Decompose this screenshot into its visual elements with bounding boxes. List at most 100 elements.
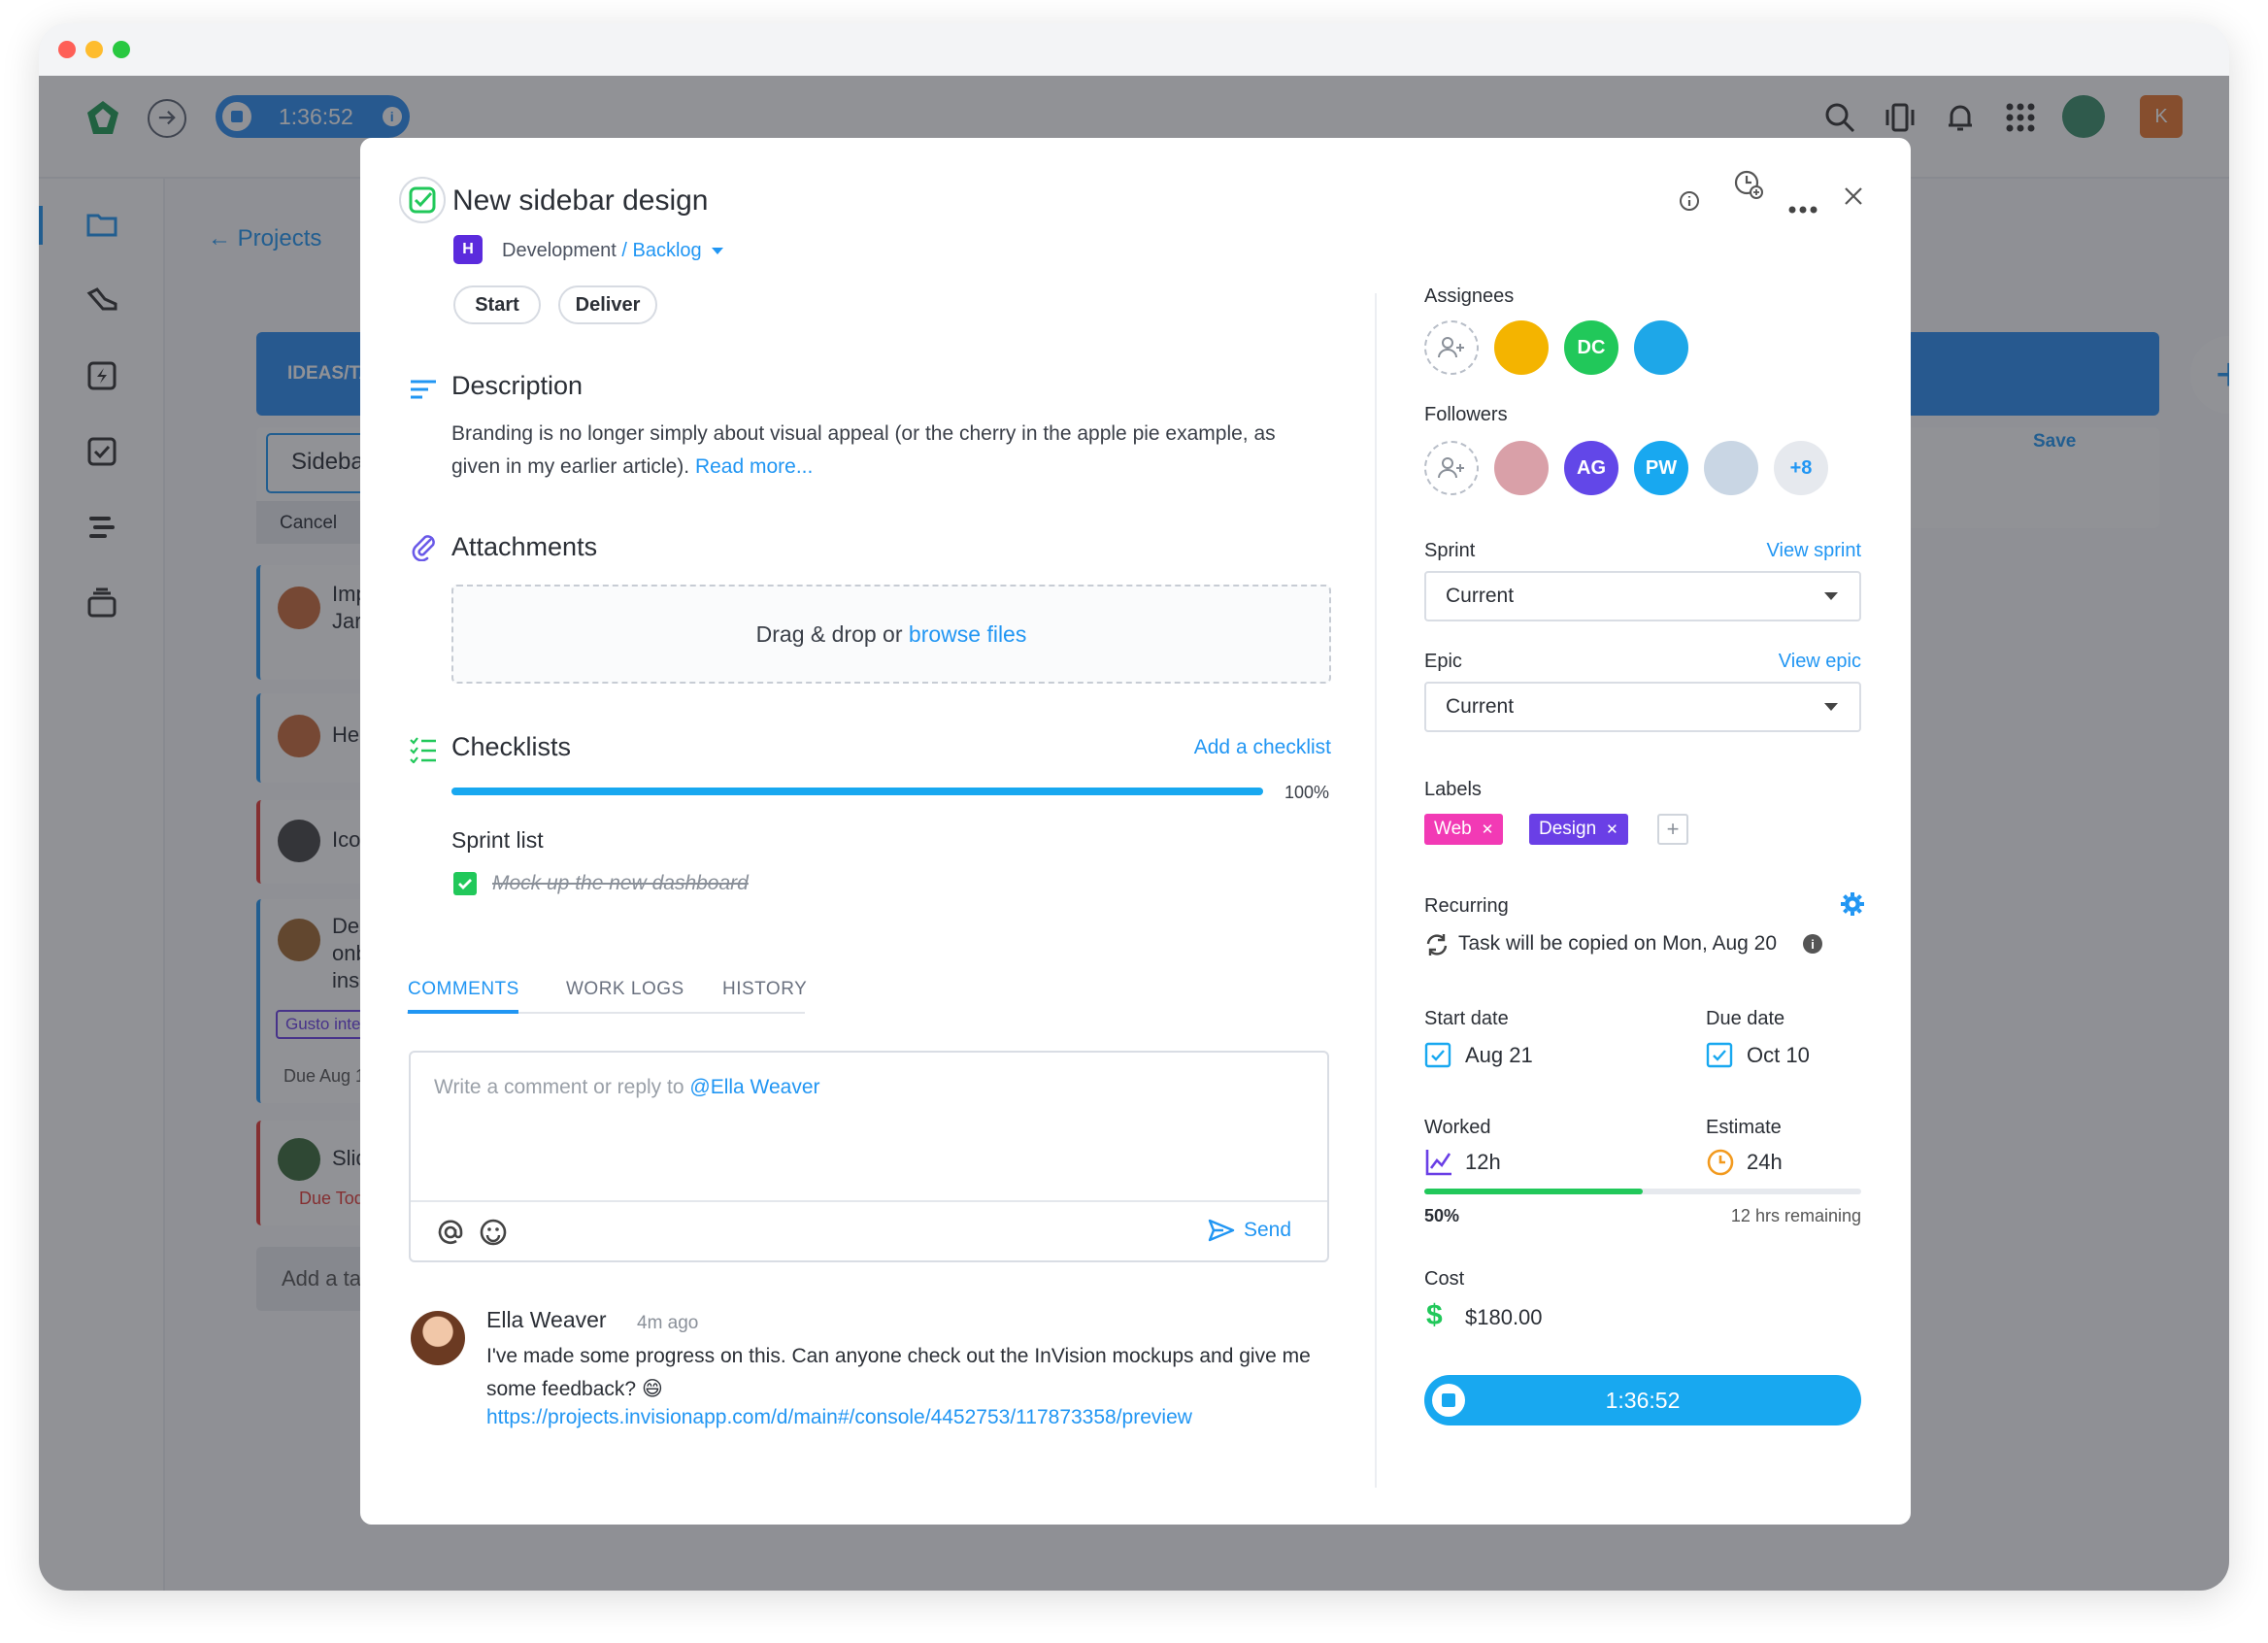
worked-progress-track bbox=[1424, 1189, 1861, 1194]
view-epic-link[interactable]: View epic bbox=[1779, 651, 1861, 673]
assignee-avatar[interactable] bbox=[1494, 320, 1549, 375]
checklist-progress-label: 100% bbox=[1284, 783, 1330, 802]
comment-placeholder: Write a comment or reply to bbox=[434, 1076, 684, 1098]
task-timer-button[interactable]: 1:36:52 bbox=[1424, 1375, 1861, 1425]
dropzone-text: Drag & drop or bbox=[755, 620, 903, 647]
project-name: Development bbox=[502, 240, 617, 261]
worked-value[interactable]: 12h bbox=[1465, 1150, 1501, 1175]
info-icon[interactable] bbox=[1678, 189, 1701, 218]
description-icon bbox=[409, 379, 438, 405]
add-assignee-button[interactable] bbox=[1424, 320, 1479, 375]
comment-author-avatar[interactable] bbox=[411, 1311, 465, 1365]
read-more-link[interactable]: Read more... bbox=[695, 455, 813, 478]
gear-icon[interactable] bbox=[1840, 891, 1865, 922]
comment-input[interactable]: Write a comment or reply to @Ella Weaver bbox=[434, 1076, 820, 1099]
checklist-progress-track bbox=[451, 788, 1263, 795]
label-tag[interactable]: Design ✕ bbox=[1529, 814, 1628, 845]
labels-label: Labels bbox=[1424, 779, 1482, 800]
checklist-icon bbox=[409, 736, 438, 768]
estimate-label: Estimate bbox=[1706, 1117, 1782, 1138]
label-tag[interactable]: Web ✕ bbox=[1424, 814, 1504, 845]
mention-icon[interactable] bbox=[436, 1218, 465, 1252]
task-detail-modal: New sidebar design H Development / Backl… bbox=[360, 138, 1911, 1525]
stop-icon[interactable] bbox=[1432, 1384, 1465, 1417]
add-checklist-link[interactable]: Add a checklist bbox=[1194, 736, 1331, 759]
chart-icon bbox=[1424, 1148, 1453, 1182]
clock-add-icon[interactable] bbox=[1731, 167, 1766, 207]
file-dropzone[interactable]: Drag & drop or browse files bbox=[451, 585, 1331, 684]
assignee-avatar[interactable] bbox=[1634, 320, 1688, 375]
remove-label-icon[interactable]: ✕ bbox=[1606, 821, 1618, 838]
info-icon[interactable]: i bbox=[1803, 934, 1822, 954]
tab-work-logs[interactable]: WORK LOGS bbox=[566, 979, 684, 1000]
tab-comments[interactable]: COMMENTS bbox=[408, 979, 519, 1000]
add-label-button[interactable]: + bbox=[1657, 814, 1688, 845]
mention-text[interactable]: @Ella Weaver bbox=[689, 1076, 819, 1098]
description-text: Branding is no longer simply about visua… bbox=[451, 422, 1276, 478]
view-sprint-link[interactable]: View sprint bbox=[1767, 540, 1861, 562]
due-date-label: Due date bbox=[1706, 1008, 1785, 1029]
sprint-value: Current bbox=[1446, 585, 1515, 607]
follower-avatar[interactable]: AG bbox=[1564, 441, 1618, 495]
checklist-progress-fill bbox=[451, 788, 1263, 795]
comment-time: 4m ago bbox=[637, 1313, 699, 1333]
repeat-icon bbox=[1424, 932, 1450, 962]
project-breadcrumb[interactable]: Development / Backlog bbox=[502, 240, 723, 262]
close-window-dot[interactable] bbox=[58, 41, 76, 58]
checklist-item-checkbox[interactable] bbox=[453, 872, 477, 895]
paperclip-icon bbox=[411, 532, 438, 566]
followers-label: Followers bbox=[1424, 404, 1508, 425]
worked-label: Worked bbox=[1424, 1117, 1491, 1138]
assignee-avatar[interactable]: DC bbox=[1564, 320, 1618, 375]
comment-author[interactable]: Ella Weaver bbox=[486, 1307, 607, 1333]
task-timer-value: 1:36:52 bbox=[1605, 1387, 1681, 1413]
add-follower-button[interactable] bbox=[1424, 441, 1479, 495]
recurring-text: Task will be copied on Mon, Aug 20 bbox=[1458, 932, 1778, 955]
comment-toolbar-divider bbox=[411, 1200, 1327, 1202]
assignees-label: Assignees bbox=[1424, 285, 1515, 307]
more-options-icon[interactable] bbox=[1787, 190, 1818, 221]
follower-avatar[interactable]: PW bbox=[1634, 441, 1688, 495]
tab-history[interactable]: HISTORY bbox=[722, 979, 807, 1000]
chevron-down-icon[interactable] bbox=[711, 248, 723, 255]
deliver-button[interactable]: Deliver bbox=[558, 285, 657, 324]
caret-down-icon bbox=[1824, 592, 1838, 600]
start-button[interactable]: Start bbox=[453, 285, 541, 324]
start-date-value[interactable]: Aug 21 bbox=[1465, 1043, 1533, 1068]
worked-percent: 50% bbox=[1424, 1206, 1460, 1225]
send-button[interactable]: Send bbox=[1207, 1216, 1291, 1245]
active-tab-indicator bbox=[408, 1010, 518, 1014]
follower-avatar[interactable] bbox=[1494, 441, 1549, 495]
epic-select[interactable]: Current bbox=[1424, 682, 1861, 732]
cost-value[interactable]: $180.00 bbox=[1465, 1305, 1543, 1330]
minimize-window-dot[interactable] bbox=[85, 41, 103, 58]
window-chrome bbox=[39, 23, 2229, 76]
emoji-icon[interactable] bbox=[479, 1218, 508, 1252]
dollar-icon: $ bbox=[1426, 1299, 1443, 1331]
checklist-title: Sprint list bbox=[451, 827, 544, 853]
checklists-heading: Checklists bbox=[451, 732, 572, 761]
sprint-label: Sprint bbox=[1424, 540, 1476, 561]
task-title[interactable]: New sidebar design bbox=[452, 184, 708, 218]
comment-link[interactable]: https://projects.invisionapp.com/d/main#… bbox=[486, 1406, 1192, 1429]
epic-label: Epic bbox=[1424, 651, 1462, 672]
complete-task-icon[interactable] bbox=[399, 177, 446, 223]
close-icon[interactable] bbox=[1842, 184, 1865, 213]
caret-down-icon bbox=[1824, 703, 1838, 711]
zoom-window-dot[interactable] bbox=[113, 41, 130, 58]
comment-box: Write a comment or reply to @Ella Weaver… bbox=[409, 1051, 1329, 1262]
send-label: Send bbox=[1244, 1219, 1292, 1241]
follower-avatar[interactable] bbox=[1704, 441, 1758, 495]
sprint-select[interactable]: Current bbox=[1424, 571, 1861, 621]
browse-files-link[interactable]: browse files bbox=[909, 621, 1026, 648]
checklist-item-text[interactable]: Mock up the new dashboard bbox=[492, 872, 749, 895]
due-date-value[interactable]: Oct 10 bbox=[1747, 1043, 1810, 1068]
estimate-value[interactable]: 24h bbox=[1747, 1150, 1783, 1175]
emoji: 😄 bbox=[641, 1378, 663, 1400]
more-followers-badge[interactable]: +8 bbox=[1774, 441, 1828, 495]
description-heading: Description bbox=[451, 371, 584, 400]
start-date-label: Start date bbox=[1424, 1008, 1509, 1029]
comment-text: I've made some progress on this. Can any… bbox=[486, 1345, 1311, 1400]
remove-label-icon[interactable]: ✕ bbox=[1482, 821, 1494, 838]
project-badge: H bbox=[453, 235, 483, 264]
